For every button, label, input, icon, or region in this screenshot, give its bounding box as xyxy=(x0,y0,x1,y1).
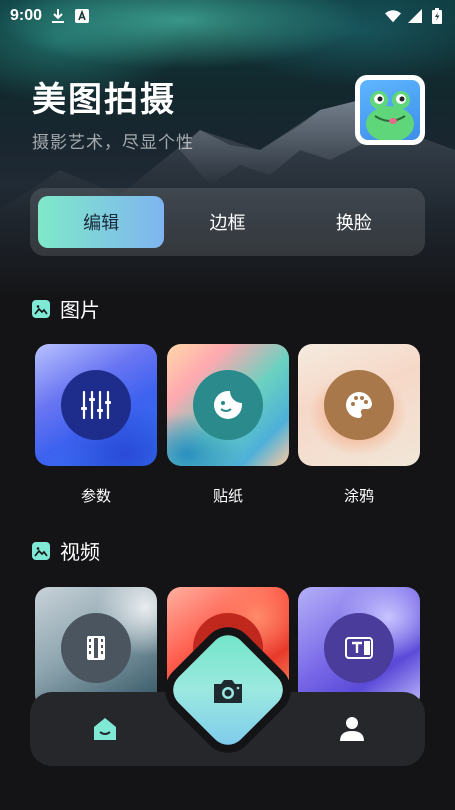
avatar[interactable] xyxy=(355,75,425,145)
app-subtitle: 摄影艺术，尽显个性 xyxy=(32,133,194,153)
image-icon xyxy=(32,299,50,318)
battery-icon xyxy=(429,8,445,24)
card-video-1[interactable] xyxy=(35,587,157,709)
card-label-doodle: 涂鸦 xyxy=(343,487,374,505)
signal-icon xyxy=(407,8,423,24)
app-title: 美图拍摄 xyxy=(32,80,176,120)
film-icon xyxy=(61,613,131,683)
camera-icon xyxy=(210,673,246,709)
mode-tabs: 编辑 边框 换脸 xyxy=(30,188,425,256)
image-icon xyxy=(32,541,50,560)
section-label: 视频 xyxy=(60,540,100,564)
palette-icon xyxy=(324,370,394,440)
card-label-params: 参数 xyxy=(80,487,111,505)
profile-icon[interactable] xyxy=(338,714,366,742)
download-icon xyxy=(50,8,66,24)
home-icon[interactable] xyxy=(92,716,118,742)
frog-avatar-icon xyxy=(366,91,414,140)
tab-edit[interactable]: 编辑 xyxy=(38,196,165,248)
status-bar: 9:00 xyxy=(0,0,455,32)
section-label: 图片 xyxy=(60,298,100,322)
card-sticker[interactable] xyxy=(167,344,289,466)
card-params[interactable] xyxy=(35,344,157,466)
tab-frame[interactable]: 边框 xyxy=(164,196,290,248)
tab-faceswap[interactable]: 换脸 xyxy=(291,196,417,248)
wifi-icon xyxy=(385,8,401,24)
sliders-icon xyxy=(61,370,131,440)
sticker-icon xyxy=(193,370,263,440)
section-title-video: 视频 xyxy=(32,536,100,565)
card-label-sticker: 贴纸 xyxy=(212,487,243,505)
card-doodle[interactable] xyxy=(298,344,420,466)
section-title-image: 图片 xyxy=(32,294,100,323)
card-video-3[interactable] xyxy=(298,587,420,709)
a-badge-icon xyxy=(74,8,90,24)
text-icon xyxy=(324,613,394,683)
status-time: 9:00 xyxy=(10,7,43,24)
